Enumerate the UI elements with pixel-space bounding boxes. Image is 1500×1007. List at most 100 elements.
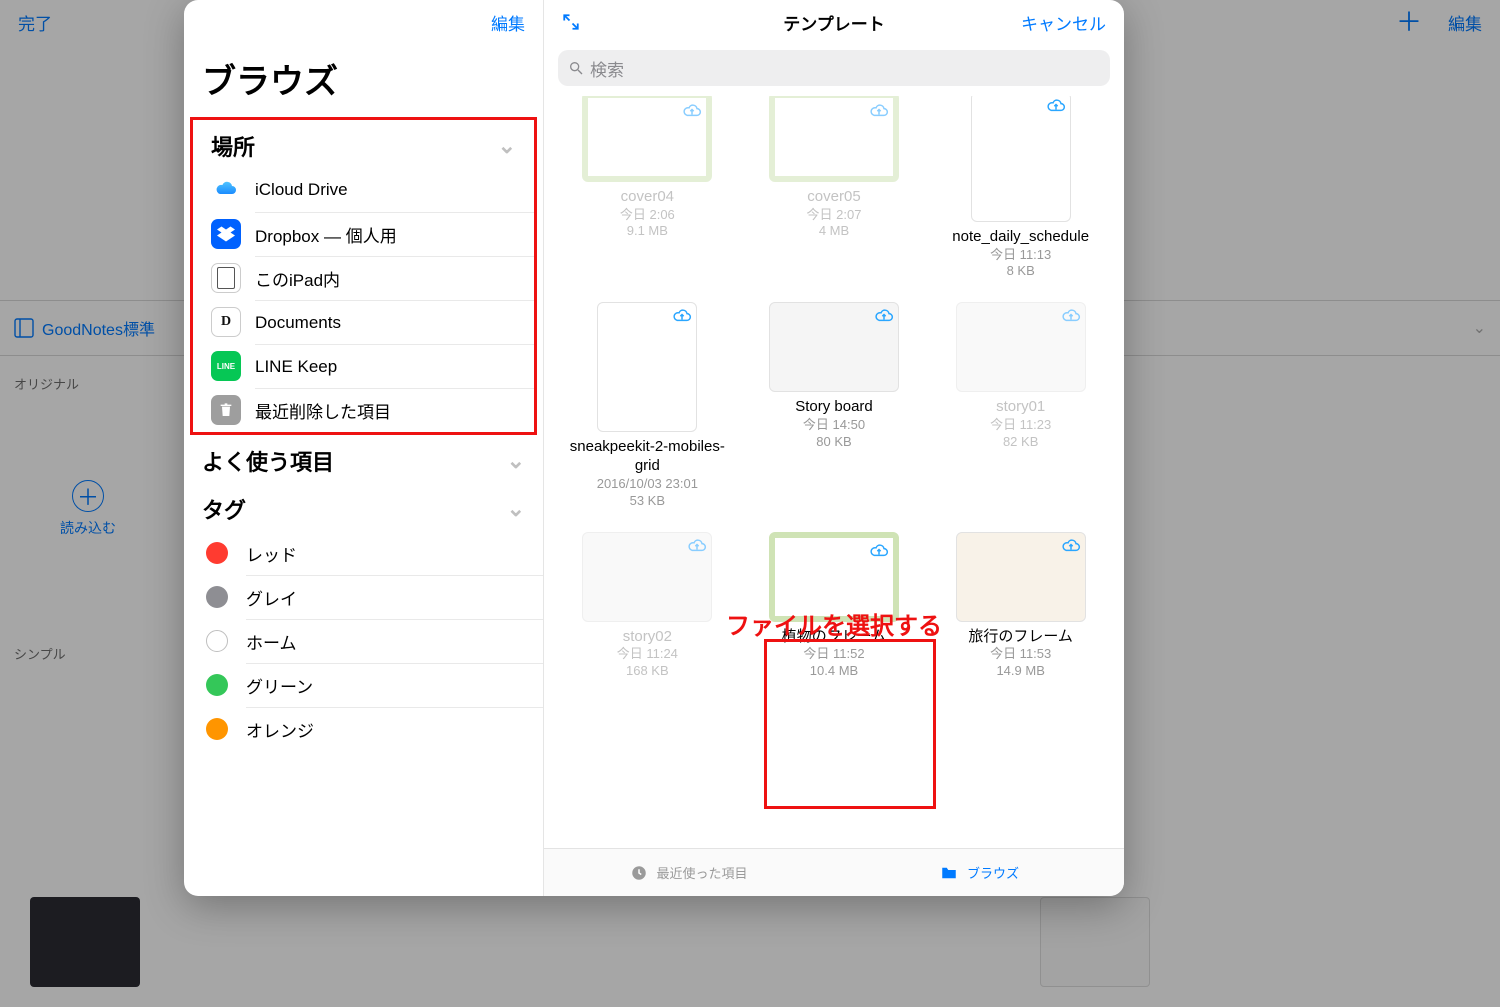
tag-dot-icon <box>206 586 228 608</box>
file-size: 168 KB <box>626 663 669 680</box>
tab-browse[interactable]: ブラウズ <box>834 849 1124 896</box>
file-date: 今日 11:24 <box>617 646 678 663</box>
cloud-download-icon <box>687 537 707 557</box>
file-thumb <box>582 532 712 622</box>
search-icon <box>568 60 584 76</box>
tag-item[interactable]: レッド <box>184 531 543 575</box>
tab-bar: 最近使った項目 ブラウズ <box>544 848 1124 896</box>
file-name: Story board <box>795 398 873 417</box>
file-size: 14.9 MB <box>996 663 1044 680</box>
cancel-button[interactable]: キャンセル <box>1021 10 1106 35</box>
file-item[interactable]: cover04今日 2:069.1 MB <box>558 96 737 280</box>
file-size: 53 KB <box>630 493 665 510</box>
file-item[interactable]: 植物のフレーム今日 11:5210.4 MB <box>745 532 924 681</box>
location-documents[interactable]: D Documents <box>193 300 534 344</box>
file-date: 今日 11:53 <box>990 646 1051 663</box>
file-thumb <box>956 302 1086 392</box>
file-date: 今日 11:52 <box>803 646 864 663</box>
ipad-icon <box>211 263 241 293</box>
locations-header[interactable]: 場所 ⌄ <box>193 120 534 168</box>
file-name: note_daily_schedule <box>952 228 1089 247</box>
trash-icon <box>211 395 241 425</box>
location-trash[interactable]: 最近削除した項目 <box>193 388 534 432</box>
dropbox-icon <box>211 219 241 249</box>
file-name: story02 <box>623 628 672 647</box>
file-thumb <box>971 96 1071 222</box>
search-placeholder: 検索 <box>590 56 624 81</box>
file-thumb <box>769 302 899 392</box>
clock-icon <box>630 864 648 882</box>
file-name: cover04 <box>621 188 674 207</box>
file-size: 8 KB <box>1007 263 1035 280</box>
tags-list: レッドグレイホームグリーンオレンジ <box>184 531 543 751</box>
tag-dot-icon <box>206 630 228 652</box>
file-name: sneakpeekit-2-mobiles-grid <box>562 438 732 476</box>
tags-header[interactable]: タグ ⌄ <box>184 483 543 531</box>
chevron-down-icon: ⌄ <box>507 496 525 522</box>
cloud-download-icon <box>1046 97 1066 117</box>
tag-item[interactable]: グリーン <box>184 663 543 707</box>
file-picker-modal: 編集 ブラウズ 場所 ⌄ iCloud Drive Dropb <box>184 0 1124 896</box>
file-size: 4 MB <box>819 223 849 240</box>
file-name: story01 <box>996 398 1045 417</box>
tag-item[interactable]: オレンジ <box>184 707 543 751</box>
file-thumb <box>582 96 712 182</box>
documents-app-icon: D <box>211 307 241 337</box>
tag-item[interactable]: ホーム <box>184 619 543 663</box>
cloud-download-icon <box>869 102 889 122</box>
file-size: 80 KB <box>816 434 851 451</box>
file-date: 今日 11:23 <box>990 417 1051 434</box>
file-date: 2016/10/03 23:01 <box>597 476 698 493</box>
sidebar-edit-button[interactable]: 編集 <box>491 10 525 35</box>
chevron-down-icon: ⌄ <box>498 133 516 159</box>
cloud-download-icon <box>682 102 702 122</box>
chevron-down-icon: ⌄ <box>507 448 525 474</box>
file-date: 今日 2:07 <box>807 207 862 224</box>
main-pane: テンプレート キャンセル 検索 今日 2:0610.4 MB今日 2:064.8… <box>544 0 1124 896</box>
annotation-box-locations: 場所 ⌄ iCloud Drive Dropbox — 個人用 <box>190 117 537 435</box>
search-input[interactable]: 検索 <box>558 50 1110 86</box>
cloud-download-icon <box>874 307 894 327</box>
file-name: cover05 <box>807 188 860 207</box>
file-name: 植物のフレーム <box>782 628 887 647</box>
file-item[interactable]: cover05今日 2:074 MB <box>745 96 924 280</box>
location-ipad[interactable]: このiPad内 <box>193 256 534 300</box>
file-thumb <box>769 532 899 622</box>
file-item[interactable]: 旅行のフレーム今日 11:5314.9 MB <box>931 532 1110 681</box>
file-scroll[interactable]: 今日 2:0610.4 MB今日 2:064.8 MB今日 2:0614.9 M… <box>544 96 1124 848</box>
file-size: 10.4 MB <box>810 663 858 680</box>
file-item[interactable]: sneakpeekit-2-mobiles-grid2016/10/03 23:… <box>558 302 737 509</box>
cloud-download-icon <box>1061 307 1081 327</box>
cloud-download-icon <box>1061 537 1081 557</box>
line-icon: LINE <box>211 351 241 381</box>
cloud-download-icon <box>672 307 692 327</box>
file-name: 旅行のフレーム <box>968 628 1073 647</box>
folder-icon <box>939 864 959 882</box>
cloud-download-icon <box>869 542 889 562</box>
tab-recent[interactable]: 最近使った項目 <box>544 849 834 896</box>
file-thumb <box>956 532 1086 622</box>
sidebar: 編集 ブラウズ 場所 ⌄ iCloud Drive Dropb <box>184 0 544 896</box>
file-size: 9.1 MB <box>627 223 668 240</box>
file-date: 今日 14:50 <box>803 417 865 434</box>
file-thumb <box>597 302 697 432</box>
file-size: 82 KB <box>1003 434 1038 451</box>
tag-dot-icon <box>206 542 228 564</box>
sidebar-title: ブラウズ <box>184 44 543 117</box>
tag-dot-icon <box>206 718 228 740</box>
file-date: 今日 11:13 <box>990 247 1051 264</box>
location-line[interactable]: LINE LINE Keep <box>193 344 534 388</box>
file-thumb <box>769 96 899 182</box>
file-date: 今日 2:06 <box>620 207 675 224</box>
file-item[interactable]: note_daily_schedule今日 11:138 KB <box>931 96 1110 280</box>
icloud-icon <box>211 175 241 205</box>
file-item[interactable]: story02今日 11:24168 KB <box>558 532 737 681</box>
location-dropbox[interactable]: Dropbox — 個人用 <box>193 212 534 256</box>
location-icloud[interactable]: iCloud Drive <box>193 168 534 212</box>
tag-item[interactable]: グレイ <box>184 575 543 619</box>
file-item[interactable]: Story board今日 14:5080 KB <box>745 302 924 509</box>
locations-list: iCloud Drive Dropbox — 個人用 このiPad内 D Doc… <box>193 168 534 432</box>
favorites-header[interactable]: よく使う項目 ⌄ <box>184 435 543 483</box>
file-item[interactable]: story01今日 11:2382 KB <box>931 302 1110 509</box>
tag-dot-icon <box>206 674 228 696</box>
